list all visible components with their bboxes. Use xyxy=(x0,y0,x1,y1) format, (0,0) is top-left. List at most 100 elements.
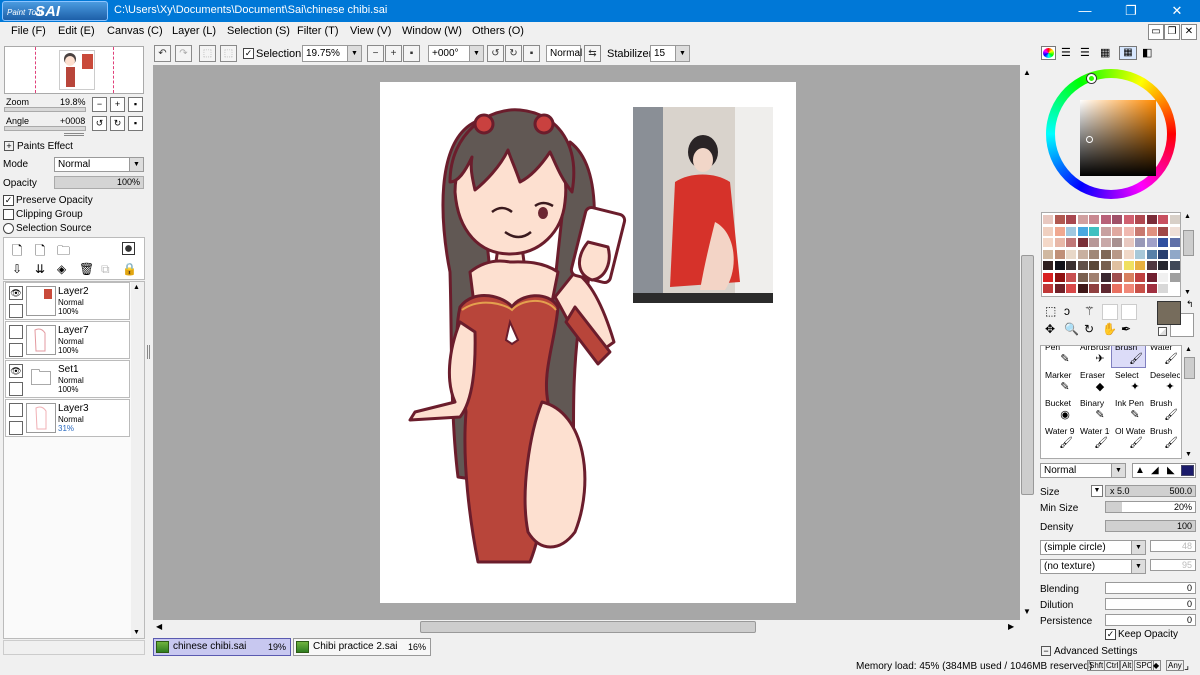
scroll-left-icon[interactable]: ◀ xyxy=(156,622,162,631)
eyedropper-icon[interactable]: ✒ xyxy=(1121,322,1131,336)
brush-edge-selector[interactable]: ▲ ◢ ◣ xyxy=(1132,463,1196,478)
tool-airbrush[interactable]: AirBrush ✈ xyxy=(1076,346,1111,368)
advanced-settings-label[interactable]: Advanced Settings xyxy=(1054,646,1137,657)
color-swatch[interactable] xyxy=(1089,238,1099,247)
clipping-group-checkbox[interactable] xyxy=(3,209,14,220)
color-swatch[interactable] xyxy=(1158,249,1168,259)
canvas-paper[interactable] xyxy=(380,82,796,603)
texture-strength[interactable]: 95 xyxy=(1150,559,1196,571)
color-swatch[interactable] xyxy=(1112,215,1122,224)
color-swatch[interactable] xyxy=(1169,261,1180,270)
color-swatch[interactable] xyxy=(1043,284,1053,293)
selection-checkbox[interactable]: ✓ xyxy=(243,48,254,59)
nav-rotate-ccw-button[interactable]: ↺ xyxy=(92,116,107,131)
color-swatch[interactable] xyxy=(1054,261,1065,270)
color-swatch[interactable] xyxy=(1135,261,1145,270)
color-swatch[interactable] xyxy=(1054,215,1065,224)
minimize-button[interactable]: — xyxy=(1062,0,1108,22)
delete-layer-icon[interactable]: 🗑 xyxy=(79,262,94,276)
undo-icon[interactable]: ↶ xyxy=(154,45,171,62)
layer-mode-select[interactable]: Normal ▼ xyxy=(54,157,144,172)
panel-splitter[interactable] xyxy=(64,133,84,136)
rotate-cw-button[interactable]: ↻ xyxy=(505,45,522,62)
eye-toggle[interactable] xyxy=(9,403,23,417)
color-swatch[interactable] xyxy=(1146,215,1157,224)
color-swatch[interactable] xyxy=(1077,238,1088,247)
nav-zoom-in-button[interactable]: + xyxy=(110,97,125,112)
menu-selection[interactable]: Selection (S) xyxy=(227,25,290,37)
tool-water-9[interactable]: Water 9 🖌 xyxy=(1041,424,1076,452)
color-swatch[interactable] xyxy=(1112,272,1122,282)
tab-chibi-practice-2[interactable]: Chibi practice 2.sai 16% xyxy=(293,638,431,656)
color-swatch[interactable] xyxy=(1043,261,1053,270)
lock-toggle[interactable] xyxy=(9,382,23,396)
color-swatch[interactable] xyxy=(1123,272,1134,282)
tool-bucket[interactable]: Bucket ◉ xyxy=(1041,396,1076,424)
zoom-tool-icon[interactable]: 🔍 xyxy=(1064,322,1079,336)
color-swatch[interactable] xyxy=(1077,226,1088,236)
edge-hard-icon[interactable]: ▲ xyxy=(1135,465,1145,476)
menu-layer[interactable]: Layer (L) xyxy=(172,25,216,37)
zoom-out-button[interactable]: − xyxy=(367,45,384,62)
menu-view[interactable]: View (V) xyxy=(350,25,391,37)
edge-medium-icon[interactable]: ◢ xyxy=(1151,465,1159,476)
lasso-icon[interactable]: ↄ xyxy=(1064,304,1070,318)
lock-toggle[interactable] xyxy=(9,343,23,357)
tool-water-10[interactable]: Water 10 🖌 xyxy=(1076,424,1111,452)
color-swatch[interactable] xyxy=(1077,215,1088,224)
layer-row[interactable]: 👁 Layer2 Normal 100% xyxy=(5,282,130,320)
rotate-tool-icon[interactable]: ↻ xyxy=(1084,322,1094,336)
nav-zoom-reset-button[interactable]: ▪ xyxy=(128,97,143,112)
dilution-slider[interactable]: 0 xyxy=(1105,598,1196,610)
mdi-close-button[interactable]: ✕ xyxy=(1181,24,1197,40)
color-swatch[interactable] xyxy=(1135,226,1145,236)
color-swatch[interactable] xyxy=(1123,215,1134,224)
blending-slider[interactable]: 0 xyxy=(1105,582,1196,594)
color-swatch[interactable] xyxy=(1054,249,1065,259)
color-swatch[interactable] xyxy=(1135,215,1145,224)
menu-others[interactable]: Others (O) xyxy=(472,25,524,37)
color-swatch[interactable] xyxy=(1100,261,1111,270)
color-swatch[interactable] xyxy=(1066,284,1076,293)
color-swatch[interactable] xyxy=(1146,272,1157,282)
lock-toggle[interactable] xyxy=(9,304,23,318)
rgb-sliders-tab[interactable]: ☰ xyxy=(1061,46,1071,59)
hand-icon[interactable]: ✋ xyxy=(1102,322,1117,336)
edge-flat-icon[interactable] xyxy=(1181,465,1194,476)
color-swatch[interactable] xyxy=(1158,272,1168,282)
color-swatch[interactable] xyxy=(1043,272,1053,282)
eye-icon[interactable]: 👁 xyxy=(9,286,23,300)
color-swatch[interactable] xyxy=(1158,215,1168,224)
color-swatch[interactable] xyxy=(1100,215,1111,224)
tab-chinese-chibi[interactable]: chinese chibi.sai 19% xyxy=(153,638,291,656)
color-swatch[interactable] xyxy=(1169,215,1180,224)
copy-layer-icon[interactable]: ⧉ xyxy=(101,262,110,277)
magic-wand-icon[interactable]: ⚚ xyxy=(1084,304,1095,318)
rotate-ccw-button[interactable]: ↺ xyxy=(487,45,504,62)
swatch-scrollbar[interactable]: ▲ ▼ xyxy=(1182,212,1195,297)
tool-brush[interactable]: Brush 🖌 xyxy=(1146,396,1181,424)
deselect-icon[interactable]: ⬚ xyxy=(199,45,216,62)
layer-row[interactable]: Layer3 Normal 31% xyxy=(5,399,130,437)
close-button[interactable]: ✕ xyxy=(1154,0,1200,22)
color-swatch[interactable] xyxy=(1169,226,1180,236)
color-swatch[interactable] xyxy=(1100,272,1111,282)
color-swatch[interactable] xyxy=(1054,284,1065,293)
tool-deselect[interactable]: Deselect ✦ xyxy=(1146,368,1181,396)
color-swatch[interactable] xyxy=(1123,284,1134,293)
color-swatch[interactable] xyxy=(1135,272,1145,282)
color-mixer-tab[interactable]: ▦ xyxy=(1100,46,1110,59)
angle-slider[interactable] xyxy=(4,126,86,131)
color-swatch[interactable] xyxy=(1146,284,1157,293)
color-swatch[interactable] xyxy=(1043,238,1053,247)
new-folder-icon[interactable]: 🗀 xyxy=(57,242,70,264)
color-swatch[interactable] xyxy=(1112,226,1122,236)
tool-select[interactable]: Select ✦ xyxy=(1111,368,1146,396)
color-swatch[interactable] xyxy=(1089,226,1099,236)
menu-window[interactable]: Window (W) xyxy=(402,25,462,37)
menu-filter[interactable]: Filter (T) xyxy=(297,25,339,37)
redo-icon[interactable]: ↷ xyxy=(175,45,192,62)
brush-texture-select[interactable]: (no texture) ▼ xyxy=(1040,559,1146,574)
navigator-preview[interactable] xyxy=(4,46,144,94)
color-swatch[interactable] xyxy=(1123,226,1134,236)
